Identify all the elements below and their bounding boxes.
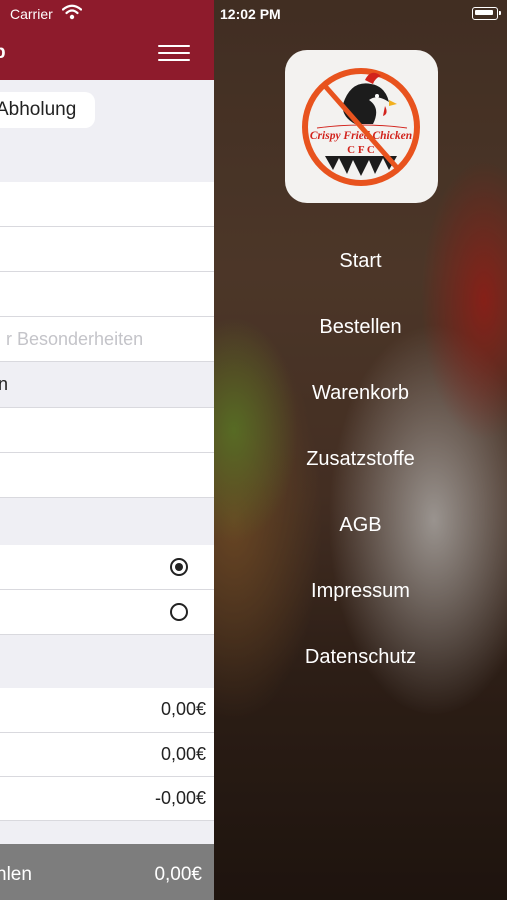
form-field[interactable] — [0, 408, 214, 453]
logo-text: Crispy Fried Chicken — [310, 130, 412, 142]
nav-bar: b — [0, 28, 214, 80]
notes-placeholder: r Besonderheiten — [6, 329, 144, 349]
notes-field[interactable]: r Besonderheiten — [0, 317, 214, 362]
price-row: -0,00€ — [0, 777, 214, 821]
price-value: -0,00€ — [154, 788, 206, 808]
app-screen: Carrier b Abholung r Besonderheiten n 0,… — [0, 0, 214, 900]
carrier-label: Carrier — [10, 6, 53, 22]
battery-icon — [472, 7, 501, 20]
page-title: b — [0, 42, 6, 64]
wifi-icon — [61, 4, 83, 25]
price-value: 0,00€ — [160, 744, 206, 764]
menu-item-impressum[interactable]: Impressum — [214, 580, 507, 603]
form-field[interactable] — [0, 272, 214, 317]
form-field[interactable] — [0, 453, 214, 498]
payment-option[interactable] — [0, 545, 214, 590]
form-field[interactable] — [0, 227, 214, 272]
restaurant-logo: Crispy Fried Chicken C F C — [285, 50, 438, 203]
menu-item-zusatzstoffe[interactable]: Zusatzstoffe — [214, 448, 507, 471]
pay-button-label: hlen — [0, 864, 32, 885]
menu-item-datenschutz[interactable]: Datenschutz — [214, 646, 507, 669]
menu-item-warenkorb[interactable]: Warenkorb — [214, 382, 507, 405]
section-label: n — [0, 362, 214, 408]
form-field[interactable] — [0, 182, 214, 227]
status-bar: Carrier — [0, 0, 214, 28]
menu-item-agb[interactable]: AGB — [214, 514, 507, 537]
side-menu: 12:02 PM Crispy Fried Chicken C F C Star… — [214, 0, 507, 900]
pay-button[interactable]: hlen 0,00€ — [0, 844, 214, 900]
total-amount: 0,00€ — [154, 864, 202, 885]
section-text: n — [0, 374, 9, 394]
logo-abbr: C F C — [347, 144, 375, 156]
radio-selected-icon[interactable] — [170, 558, 188, 576]
price-value: 0,00€ — [160, 699, 206, 719]
menu-item-start[interactable]: Start — [214, 250, 507, 273]
status-time: 12:02 PM — [220, 6, 281, 22]
price-row: 0,00€ — [0, 688, 214, 733]
radio-empty-icon[interactable] — [170, 603, 188, 621]
cfc-logo-icon: Crispy Fried Chicken C F C — [302, 68, 420, 186]
pickup-segment-button[interactable]: Abholung — [0, 92, 95, 128]
price-row: 0,00€ — [0, 733, 214, 777]
menu-item-bestellen[interactable]: Bestellen — [214, 316, 507, 339]
payment-option[interactable] — [0, 590, 214, 635]
menu-icon[interactable] — [158, 40, 190, 66]
